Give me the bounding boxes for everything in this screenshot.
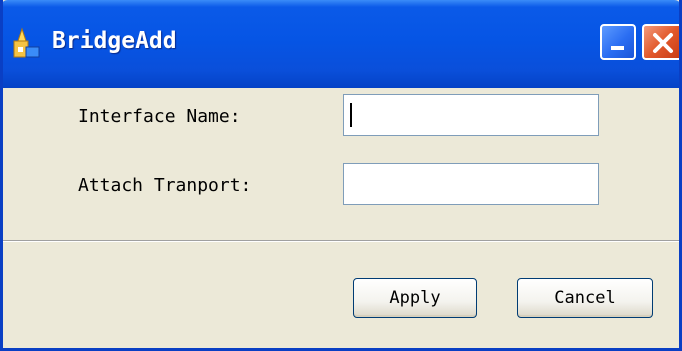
minimize-button[interactable] bbox=[600, 24, 636, 60]
attach-transport-input[interactable] bbox=[343, 163, 599, 205]
minimize-icon bbox=[611, 46, 624, 50]
text-caret bbox=[350, 103, 352, 127]
separator-highlight bbox=[3, 241, 679, 242]
interface-name-label: Interface Name: bbox=[78, 106, 241, 127]
close-button[interactable] bbox=[642, 24, 679, 60]
window-title: BridgeAdd bbox=[52, 28, 177, 54]
interface-name-input[interactable] bbox=[343, 94, 599, 136]
cancel-button[interactable]: Cancel bbox=[517, 278, 653, 318]
bridge-add-dialog: BridgeAdd Interface Name: Attach Tranpor… bbox=[0, 0, 682, 351]
apply-button[interactable]: Apply bbox=[353, 278, 477, 318]
app-folder-icon bbox=[13, 27, 40, 58]
close-icon bbox=[653, 33, 673, 53]
attach-transport-label: Attach Tranport: bbox=[78, 175, 252, 196]
title-bar[interactable]: BridgeAdd bbox=[3, 0, 679, 88]
